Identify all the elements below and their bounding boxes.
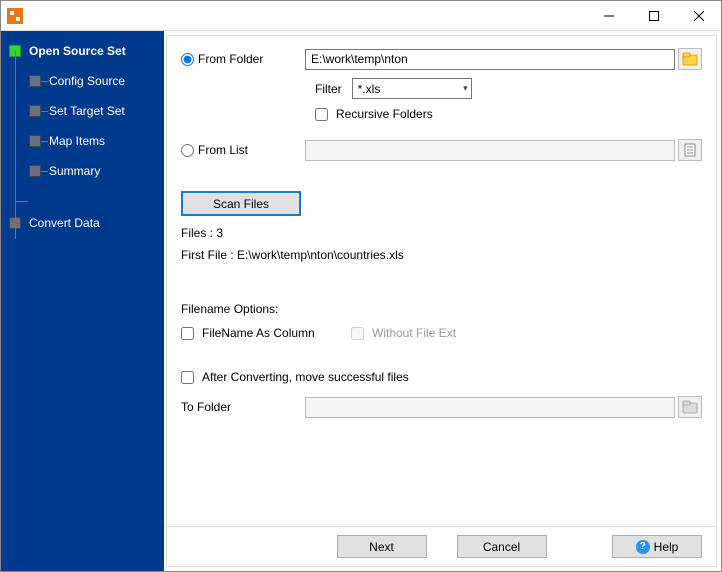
browse-folder-button[interactable]: [678, 48, 702, 70]
wizard-footer: Next Cancel ? Help: [167, 526, 716, 566]
wizard-sidebar: Open Source Set Config Source Set Target…: [1, 31, 164, 571]
scan-files-button[interactable]: Scan Files: [181, 191, 301, 216]
step-node-icon: [29, 105, 41, 117]
next-button[interactable]: Next: [337, 535, 427, 558]
from-folder-radio-input[interactable]: [181, 53, 194, 66]
browse-to-folder-button[interactable]: [678, 396, 702, 418]
maximize-button[interactable]: [631, 1, 676, 30]
sidebar-item-label: Open Source Set: [29, 44, 126, 58]
sidebar-item-map-items[interactable]: Map Items: [1, 129, 164, 153]
help-icon: ?: [636, 540, 650, 554]
browse-list-button[interactable]: [678, 139, 702, 161]
from-list-input: [305, 140, 675, 161]
recursive-checkbox-input[interactable]: [315, 108, 328, 121]
recursive-checkbox[interactable]: Recursive Folders: [315, 107, 433, 121]
folder-icon: [682, 52, 698, 66]
step-node-icon: [29, 135, 41, 147]
sidebar-item-open-source[interactable]: Open Source Set: [1, 39, 164, 63]
sidebar-item-label: Map Items: [49, 134, 105, 148]
cancel-button[interactable]: Cancel: [457, 535, 547, 558]
sidebar-item-label: Summary: [49, 164, 100, 178]
step-node-icon: [29, 165, 41, 177]
filter-value: *.xls: [358, 82, 381, 96]
filename-as-column-checkbox[interactable]: FileName As Column: [181, 326, 351, 340]
without-ext-input: [351, 327, 364, 340]
window-controls: [586, 1, 721, 30]
filename-options-label: Filename Options:: [181, 302, 702, 316]
to-folder-label: To Folder: [181, 400, 305, 414]
sidebar-item-config-source[interactable]: Config Source: [1, 69, 164, 93]
from-list-radio-input[interactable]: [181, 144, 194, 157]
move-files-checkbox[interactable]: After Converting, move successful files: [181, 370, 702, 384]
without-ext-checkbox: Without File Ext: [351, 326, 456, 340]
folder-path-input[interactable]: [305, 49, 675, 70]
files-count: Files : 3: [181, 226, 702, 240]
chevron-down-icon: ▾: [463, 83, 468, 94]
move-files-input[interactable]: [181, 371, 194, 384]
step-node-icon: [29, 75, 41, 87]
help-button[interactable]: ? Help: [612, 535, 702, 558]
filter-label: Filter: [315, 82, 342, 96]
sidebar-item-label: Set Target Set: [49, 104, 125, 118]
sidebar-item-convert-data[interactable]: Convert Data: [1, 211, 164, 235]
file-icon: [683, 143, 697, 157]
minimize-button[interactable]: [586, 1, 631, 30]
sidebar-item-label: Config Source: [49, 74, 125, 88]
sidebar-item-set-target[interactable]: Set Target Set: [1, 99, 164, 123]
first-file: First File : E:\work\temp\nton\countries…: [181, 248, 702, 262]
filename-as-column-input[interactable]: [181, 327, 194, 340]
sidebar-item-summary[interactable]: Summary: [1, 159, 164, 183]
filter-combo[interactable]: *.xls ▾: [352, 78, 472, 99]
content-panel: From Folder Filter *.xls ▾ Recurs: [166, 35, 717, 567]
from-list-radio[interactable]: From List: [181, 143, 305, 157]
close-button[interactable]: [676, 1, 721, 30]
to-folder-input: [305, 397, 675, 418]
folder-icon: [682, 400, 698, 414]
from-folder-radio[interactable]: From Folder: [181, 52, 305, 66]
titlebar: [1, 1, 721, 31]
sidebar-item-label: Convert Data: [29, 216, 100, 230]
app-icon: [7, 8, 23, 24]
